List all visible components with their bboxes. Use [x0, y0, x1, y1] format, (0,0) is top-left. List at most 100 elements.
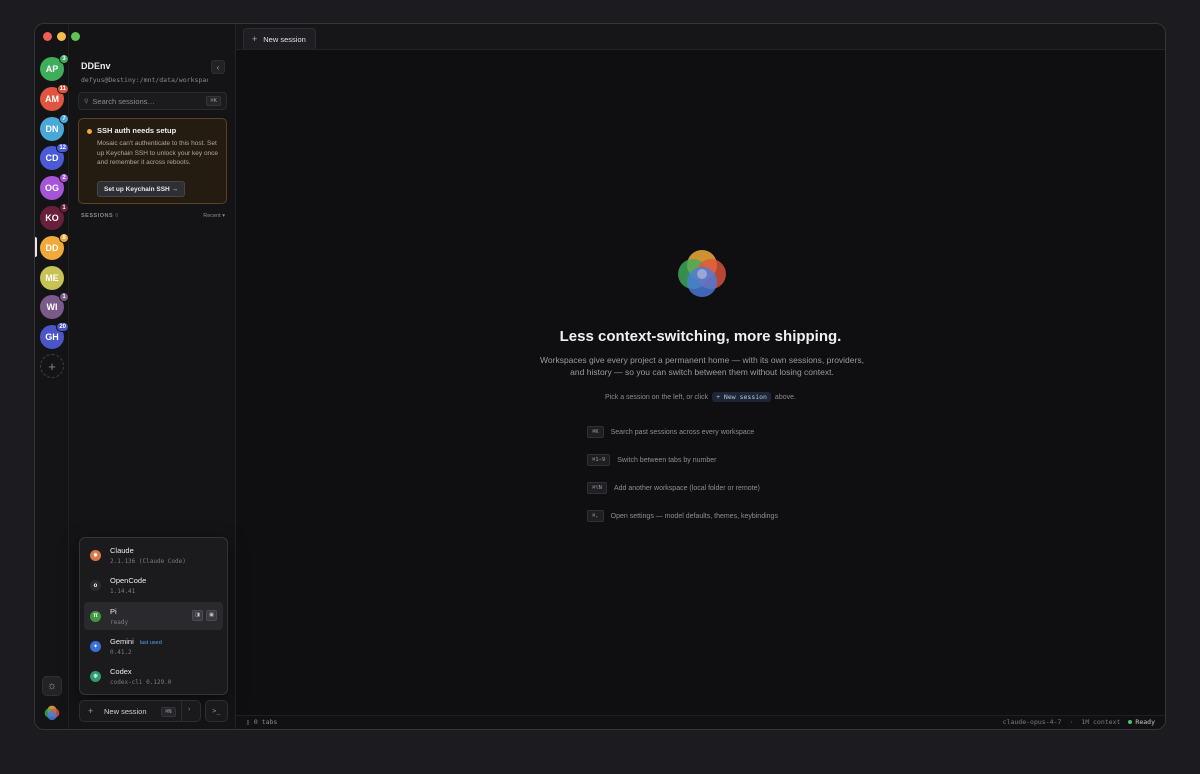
tab-bar: + New session: [236, 24, 1165, 50]
provider-actions: ◨ ▣: [192, 609, 217, 621]
active-workspace-indicator: [35, 237, 37, 257]
provider-name: OpenCode: [110, 576, 147, 586]
tab-count: ▯ 0 tabs: [246, 718, 277, 726]
plus-icon: +: [88, 706, 94, 716]
workspace-initials: DD: [45, 242, 59, 253]
status-separator: ·: [1069, 718, 1074, 726]
shortcut-row: ⌘, Open settings — model defaults, themes…: [587, 510, 778, 522]
status-right: claude-opus-4-7 · 1M context Ready: [1003, 718, 1155, 726]
shortcut-row: ⌘⌥N Add another workspace (local folder o…: [587, 482, 760, 494]
provider-icon: ✸: [90, 550, 101, 561]
workspace-initials: GH: [45, 332, 59, 343]
shortcut-key: ⌘,: [587, 510, 604, 522]
status-dot-icon: [1128, 720, 1133, 724]
plus-icon: +: [252, 34, 258, 44]
shortcut-key: ⌘1–9: [587, 454, 611, 466]
ready-status: Ready: [1128, 718, 1155, 726]
provider-version: ready: [110, 618, 129, 626]
workspace-initials: KO: [45, 213, 59, 223]
workspace-avatar[interactable]: AM 11: [40, 83, 69, 111]
workspace-avatar[interactable]: WI 1: [40, 292, 69, 320]
workspace-badge: 1: [59, 292, 69, 303]
workspace-avatar[interactable]: AP 3: [40, 54, 69, 81]
shortcut-row: ⌘K Search past sessions across every work…: [587, 426, 754, 438]
provider-icon: ✦: [90, 640, 101, 652]
workspace-avatar[interactable]: DN 7: [40, 113, 69, 141]
shortcut-key: ⌘K: [587, 426, 604, 438]
tabs-icon: ▯: [246, 718, 254, 726]
sessions-sort-dropdown[interactable]: Recent ▾: [203, 213, 225, 219]
workspace-avatar[interactable]: KO 1: [40, 203, 69, 230]
split-pane-icon[interactable]: ◨: [192, 609, 203, 621]
provider-item[interactable]: ✦ Gemini last used 0.41.2: [84, 632, 223, 660]
sessions-count: 0: [115, 213, 119, 219]
new-session-chip[interactable]: + New session: [712, 392, 771, 402]
mosaic-logo-icon: [678, 250, 726, 297]
shortcut-key: ⌘⌥N: [587, 482, 607, 494]
provider-menu: ✸ Claude 2.1.136 (Claude Code) o OpenCode 1.1…: [79, 537, 228, 695]
provider-version: 1.14.41: [110, 588, 136, 596]
search-shortcut: ⌘K: [206, 96, 221, 106]
warning-dot-icon: [87, 129, 92, 134]
app-window: AP 3 AM 11 DN 7 CD 12 OG 2 KO 1 DD 8 ME WI 1 GH 20 + ☼ DDE…: [34, 23, 1166, 730]
search-input[interactable]: [92, 96, 207, 106]
workspace-initials: ME: [45, 272, 59, 283]
hero-description: Workspaces give every project a permanen…: [540, 355, 864, 377]
zoom-window-button[interactable]: [71, 32, 80, 41]
tab-new-session[interactable]: + New session: [243, 28, 316, 49]
workspace-avatar[interactable]: CD 12: [40, 143, 69, 171]
new-window-icon[interactable]: ▣: [206, 609, 217, 621]
workspace-initials: AP: [45, 64, 59, 74]
shortcut-row: ⌘1–9 Switch between tabs by number: [587, 454, 716, 466]
workspace-rail: AP 3 AM 11 DN 7 CD 12 OG 2 KO 1 DD 8 ME WI 1 GH 20 + ☼: [35, 24, 69, 729]
shortcut-description: Switch between tabs by number: [617, 456, 717, 464]
workspace-initials: CD: [45, 153, 59, 164]
alert-body: Mosaic can't authenticate to this host. …: [97, 140, 219, 166]
workspace-initials: AM: [45, 93, 59, 104]
provider-chevron-icon[interactable]: ›: [188, 706, 190, 713]
provider-icon: ❋: [90, 671, 101, 683]
minimize-window-button[interactable]: [57, 32, 66, 41]
shortcut-description: Open settings — model defaults, themes, …: [610, 512, 778, 520]
workspace-initials: DN: [45, 123, 59, 134]
shortcut-description: Search past sessions across every worksp…: [610, 428, 755, 436]
workspace-badge: 3: [59, 54, 69, 64]
divider: [181, 701, 182, 721]
workspace-avatar[interactable]: OG 2: [40, 173, 69, 201]
provider-item[interactable]: o OpenCode 1.14.41: [84, 571, 223, 599]
new-session-button[interactable]: + New session ⌘N ›: [79, 700, 201, 722]
model-name[interactable]: claude-opus-4-7: [1003, 718, 1062, 726]
hero-title: Less context-switching, more shipping.: [559, 328, 842, 345]
sessions-label: SESSIONS: [81, 213, 114, 219]
ready-label: Ready: [1135, 718, 1155, 726]
workspace-title: DDEnv: [81, 61, 111, 71]
settings-gear-icon[interactable]: ☼: [42, 676, 62, 696]
workspace-badge: 8: [59, 232, 69, 243]
collapse-sidebar-chevron-left-icon[interactable]: ‹: [211, 60, 225, 74]
terminal-icon[interactable]: >_: [205, 700, 228, 722]
workspace-initials: OG: [44, 183, 59, 194]
setup-keychain-ssh-button[interactable]: Set up Keychain SSH →: [97, 181, 186, 197]
close-window-button[interactable]: [43, 32, 52, 41]
provider-name: Pi: [110, 606, 117, 616]
search-icon: ⚲: [84, 98, 89, 105]
workspace-avatar[interactable]: DD 8: [40, 232, 69, 260]
provider-item[interactable]: π Pi ready ◨ ▣: [84, 601, 223, 630]
provider-item[interactable]: ❋ Codex codex-cli 0.129.0: [84, 662, 223, 690]
hint-text-after: above.: [774, 394, 796, 401]
workspace-path: defyus@Destiny:/mnt/data/workspace: [81, 76, 208, 84]
provider-version: 2.1.136 (Claude Code): [110, 558, 186, 565]
hint-text: Pick a session on the left, or click: [605, 394, 709, 401]
provider-item[interactable]: ✸ Claude 2.1.136 (Claude Code): [84, 541, 223, 569]
workspace-avatar[interactable]: ME: [40, 265, 64, 290]
mosaic-logo-icon[interactable]: [44, 705, 60, 721]
workspace-avatar[interactable]: GH 20: [40, 322, 69, 350]
ssh-auth-alert: SSH auth needs setup Mosaic can't authen…: [78, 118, 227, 204]
workspace-badge: 11: [56, 83, 69, 94]
add-workspace-button[interactable]: +: [40, 354, 64, 378]
main-area: + New session Less context-switching, mo…: [236, 24, 1165, 729]
alert-title: SSH auth needs setup: [97, 126, 177, 135]
session-search[interactable]: ⚲ ⌘K: [78, 92, 227, 110]
provider-version: codex-cli 0.129.0: [110, 679, 172, 687]
provider-icon: o: [90, 580, 101, 592]
